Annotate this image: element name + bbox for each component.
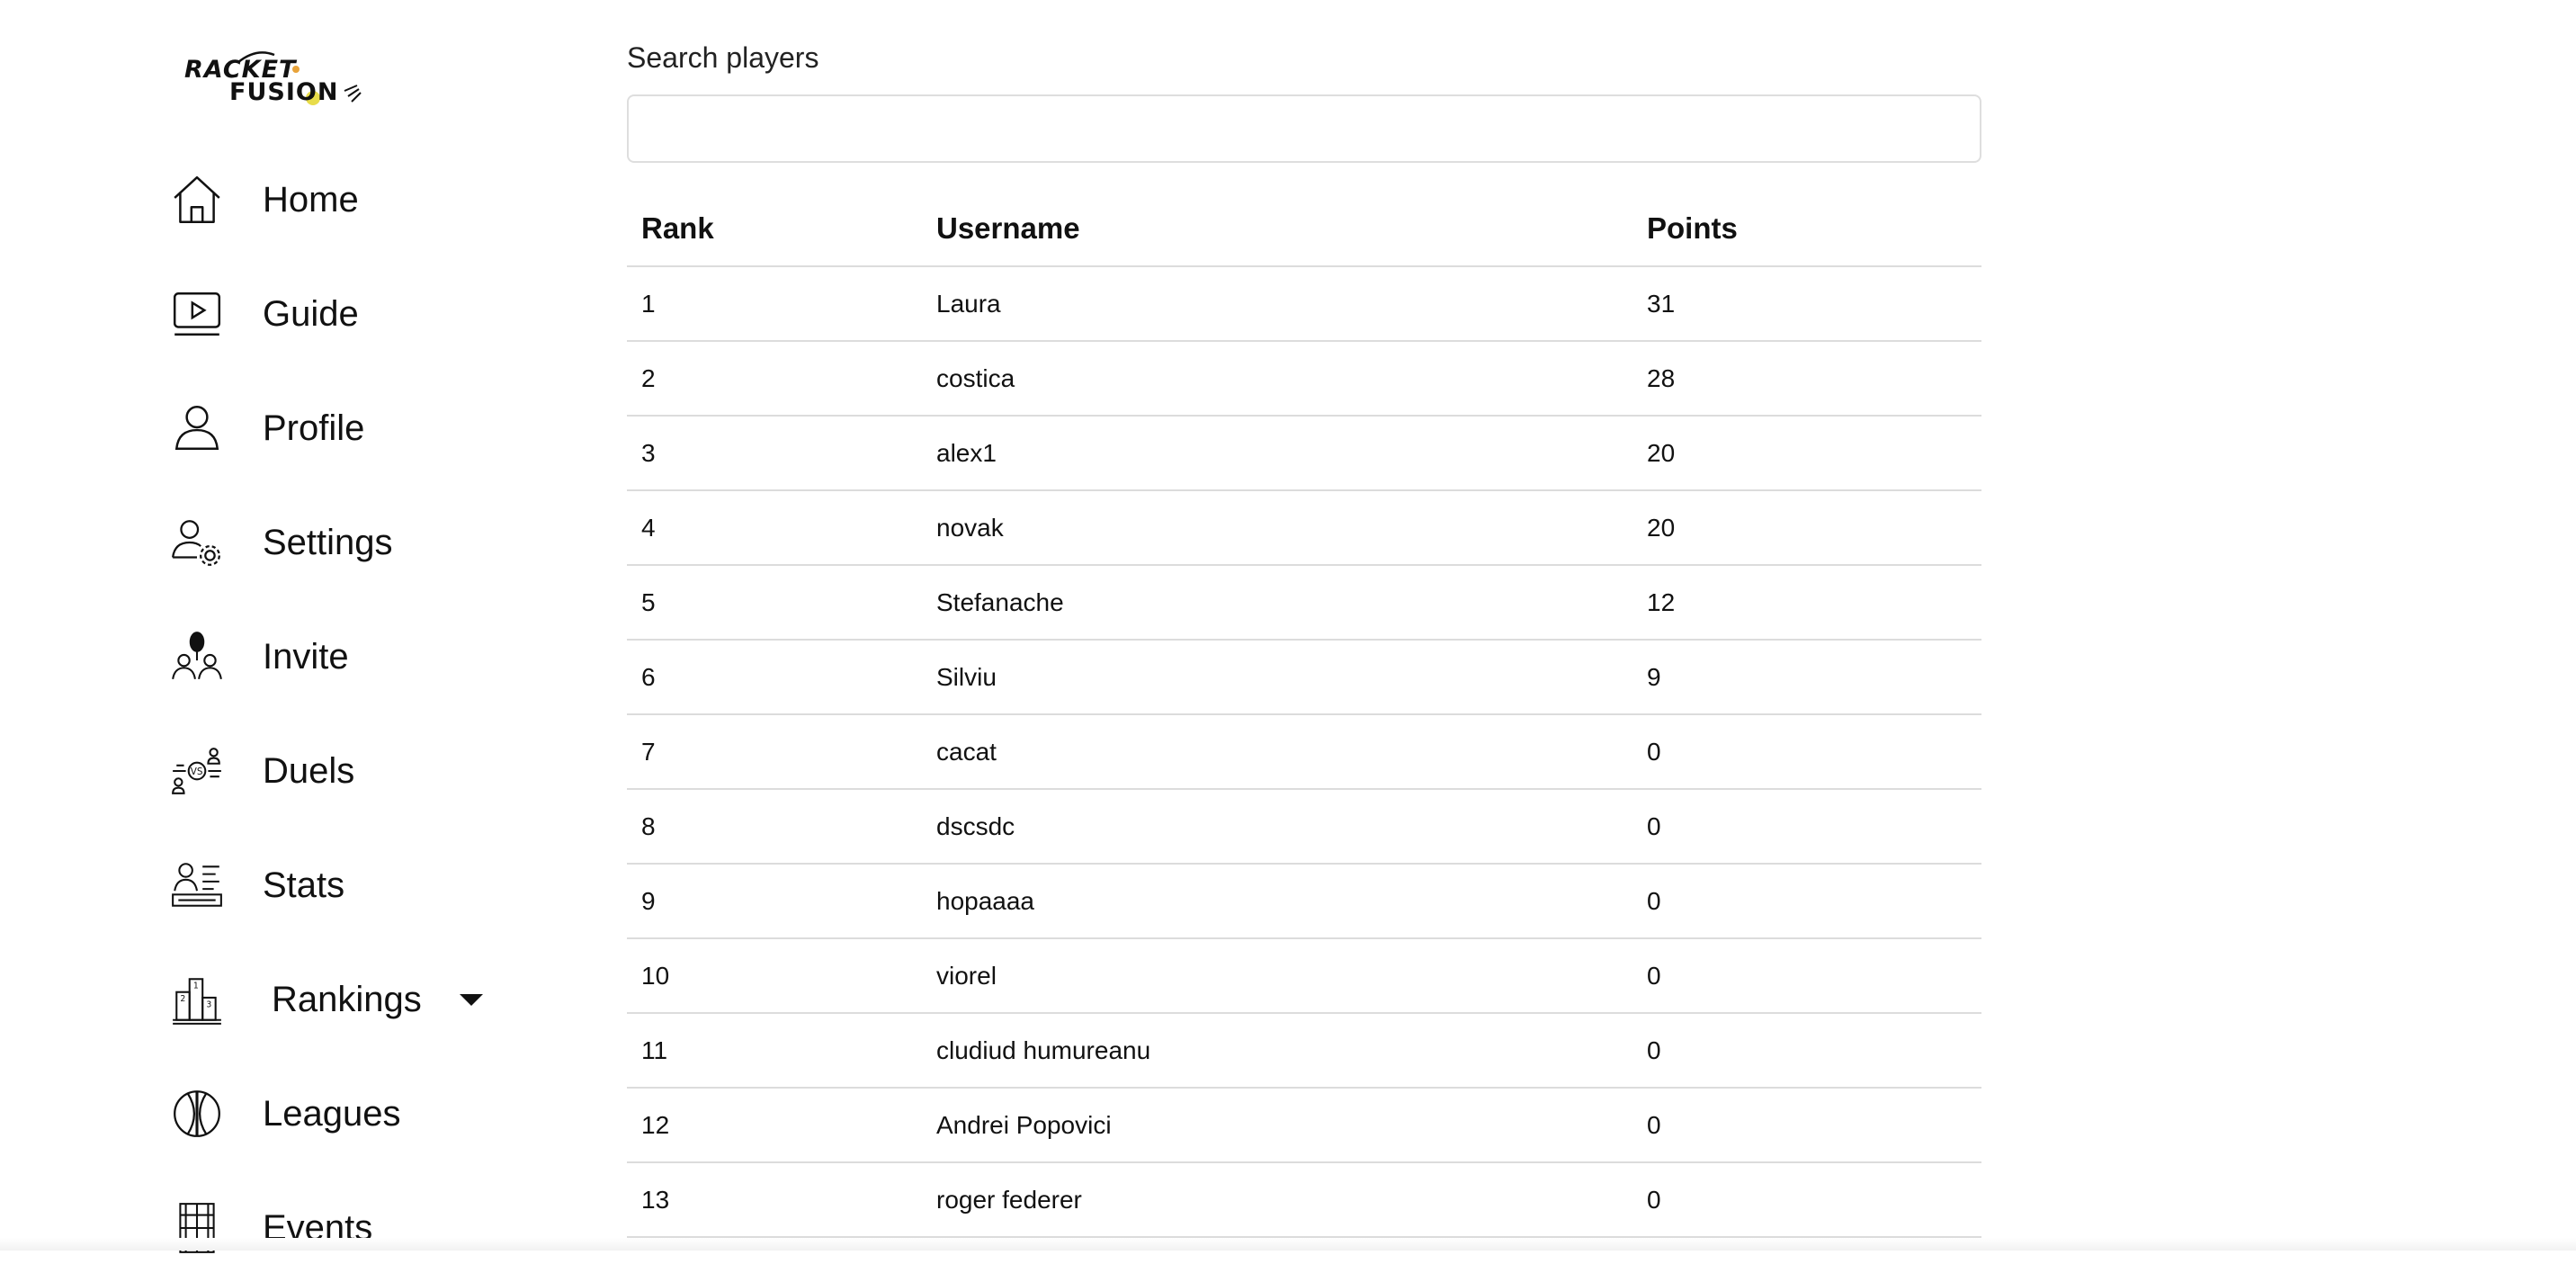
points-cell: 12 <box>1632 565 1981 641</box>
nav-home-label: Home <box>263 179 359 220</box>
stats-icon <box>169 857 225 913</box>
username-cell: Silviu <box>922 640 1632 715</box>
table-row[interactable]: 10 viorel 0 <box>627 938 1981 1014</box>
nav-stats-label: Stats <box>263 865 345 905</box>
username-cell: cludiud humureanu <box>922 1013 1632 1089</box>
bottom-scroll-shadow <box>0 1238 2576 1251</box>
chevron-down-icon[interactable] <box>459 993 483 1006</box>
points-cell: 0 <box>1632 1088 1981 1163</box>
table-row[interactable]: 12 Andrei Popovici 0 <box>627 1088 1981 1163</box>
username-cell: Andrei Popovici <box>922 1088 1632 1163</box>
rankings-table-body: 1 Laura 31 2 costica 28 3 alex1 20 4 novak 20 5 Stefa… <box>627 266 1981 1238</box>
nav-invite[interactable]: Invite <box>169 621 547 693</box>
svg-text:3: 3 <box>206 1000 211 1009</box>
search-label: Search players <box>627 41 819 74</box>
table-row[interactable]: 9 hopaaaa 0 <box>627 864 1981 939</box>
podium-icon: 213 <box>169 972 225 1027</box>
rank-cell: 1 <box>627 266 922 342</box>
points-cell: 9 <box>1632 640 1981 715</box>
rank-cell: 3 <box>627 416 922 491</box>
username-cell: costica <box>922 341 1632 417</box>
rank-cell: 2 <box>627 341 922 417</box>
invite-players-icon <box>169 629 225 685</box>
table-row[interactable]: 1 Laura 31 <box>627 266 1981 342</box>
rank-cell: 6 <box>627 640 922 715</box>
points-cell: 20 <box>1632 490 1981 566</box>
points-cell: 31 <box>1632 266 1981 342</box>
nav-settings-label: Settings <box>263 522 393 562</box>
table-header-row: Rank Username Points <box>627 192 1981 267</box>
table-row[interactable]: 11 cludiud humureanu 0 <box>627 1013 1981 1089</box>
nav-home[interactable]: Home <box>169 164 547 236</box>
username-cell: Laura <box>922 266 1632 342</box>
svg-text:VS: VS <box>191 766 203 777</box>
table-row[interactable]: 6 Silviu 9 <box>627 640 1981 715</box>
username-cell: Stefanache <box>922 565 1632 641</box>
nav-settings[interactable]: Settings <box>169 506 547 578</box>
points-cell: 28 <box>1632 341 1981 417</box>
nav-stats[interactable]: Stats <box>169 849 547 921</box>
rank-cell: 12 <box>627 1088 922 1163</box>
rank-cell: 9 <box>627 864 922 939</box>
nav-profile[interactable]: Profile <box>169 392 547 464</box>
column-header-username[interactable]: Username <box>922 192 1632 267</box>
points-cell: 0 <box>1632 1013 1981 1089</box>
nav-rankings-label: Rankings <box>272 979 422 1019</box>
points-cell: 0 <box>1632 1162 1981 1238</box>
svg-text:2: 2 <box>180 994 185 1004</box>
nav-events[interactable]: Events <box>169 1192 547 1264</box>
table-row[interactable]: 3 alex1 20 <box>627 416 1981 491</box>
nav-profile-label: Profile <box>263 408 365 448</box>
points-cell: 0 <box>1632 864 1981 939</box>
user-icon <box>169 400 225 456</box>
racket-fusion-logo[interactable]: RACKET FUSION <box>184 49 364 114</box>
rank-cell: 11 <box>627 1013 922 1089</box>
table-row[interactable]: 13 roger federer 0 <box>627 1162 1981 1238</box>
username-cell: dscsdc <box>922 789 1632 865</box>
user-settings-icon <box>169 515 225 570</box>
rank-cell: 8 <box>627 789 922 865</box>
nav-duels[interactable]: VS Duels <box>169 735 547 807</box>
nav-guide-label: Guide <box>263 293 359 334</box>
league-ball-icon <box>169 1086 225 1142</box>
rank-cell: 4 <box>627 490 922 566</box>
sidebar: RACKET FUSION Home Guide Profile Setting… <box>0 0 576 1253</box>
username-cell: roger federer <box>922 1162 1632 1238</box>
rank-cell: 10 <box>627 938 922 1014</box>
points-cell: 0 <box>1632 714 1981 790</box>
nav-leagues[interactable]: Leagues <box>169 1078 547 1150</box>
table-row[interactable]: 2 costica 28 <box>627 341 1981 417</box>
rankings-table: Rank Username Points 1 Laura 31 2 costica 28 3… <box>627 192 1981 1238</box>
rank-cell: 7 <box>627 714 922 790</box>
nav-duels-label: Duels <box>263 750 355 791</box>
column-header-points[interactable]: Points <box>1632 192 1981 267</box>
points-cell: 0 <box>1632 789 1981 865</box>
nav-rankings[interactable]: 213 Rankings <box>169 964 547 1035</box>
username-cell: novak <box>922 490 1632 566</box>
username-cell: hopaaaa <box>922 864 1632 939</box>
table-row[interactable]: 7 cacat 0 <box>627 714 1981 790</box>
table-row[interactable]: 4 novak 20 <box>627 490 1981 566</box>
home-icon <box>169 172 225 228</box>
rank-cell: 13 <box>627 1162 922 1238</box>
svg-text:1: 1 <box>193 982 199 991</box>
username-cell: viorel <box>922 938 1632 1014</box>
nav-leagues-label: Leagues <box>263 1093 401 1134</box>
column-header-rank[interactable]: Rank <box>627 192 922 267</box>
table-row[interactable]: 8 dscsdc 0 <box>627 789 1981 865</box>
logo-line-2: FUSION <box>229 78 339 106</box>
rank-cell: 5 <box>627 565 922 641</box>
points-cell: 20 <box>1632 416 1981 491</box>
username-cell: alex1 <box>922 416 1632 491</box>
search-input[interactable] <box>627 94 1981 163</box>
username-cell: cacat <box>922 714 1632 790</box>
points-cell: 0 <box>1632 938 1981 1014</box>
table-row[interactable]: 5 Stefanache 12 <box>627 565 1981 641</box>
video-guide-icon <box>169 286 225 342</box>
nav-invite-label: Invite <box>263 636 349 677</box>
versus-icon: VS <box>169 743 225 799</box>
nav-guide[interactable]: Guide <box>169 278 547 350</box>
